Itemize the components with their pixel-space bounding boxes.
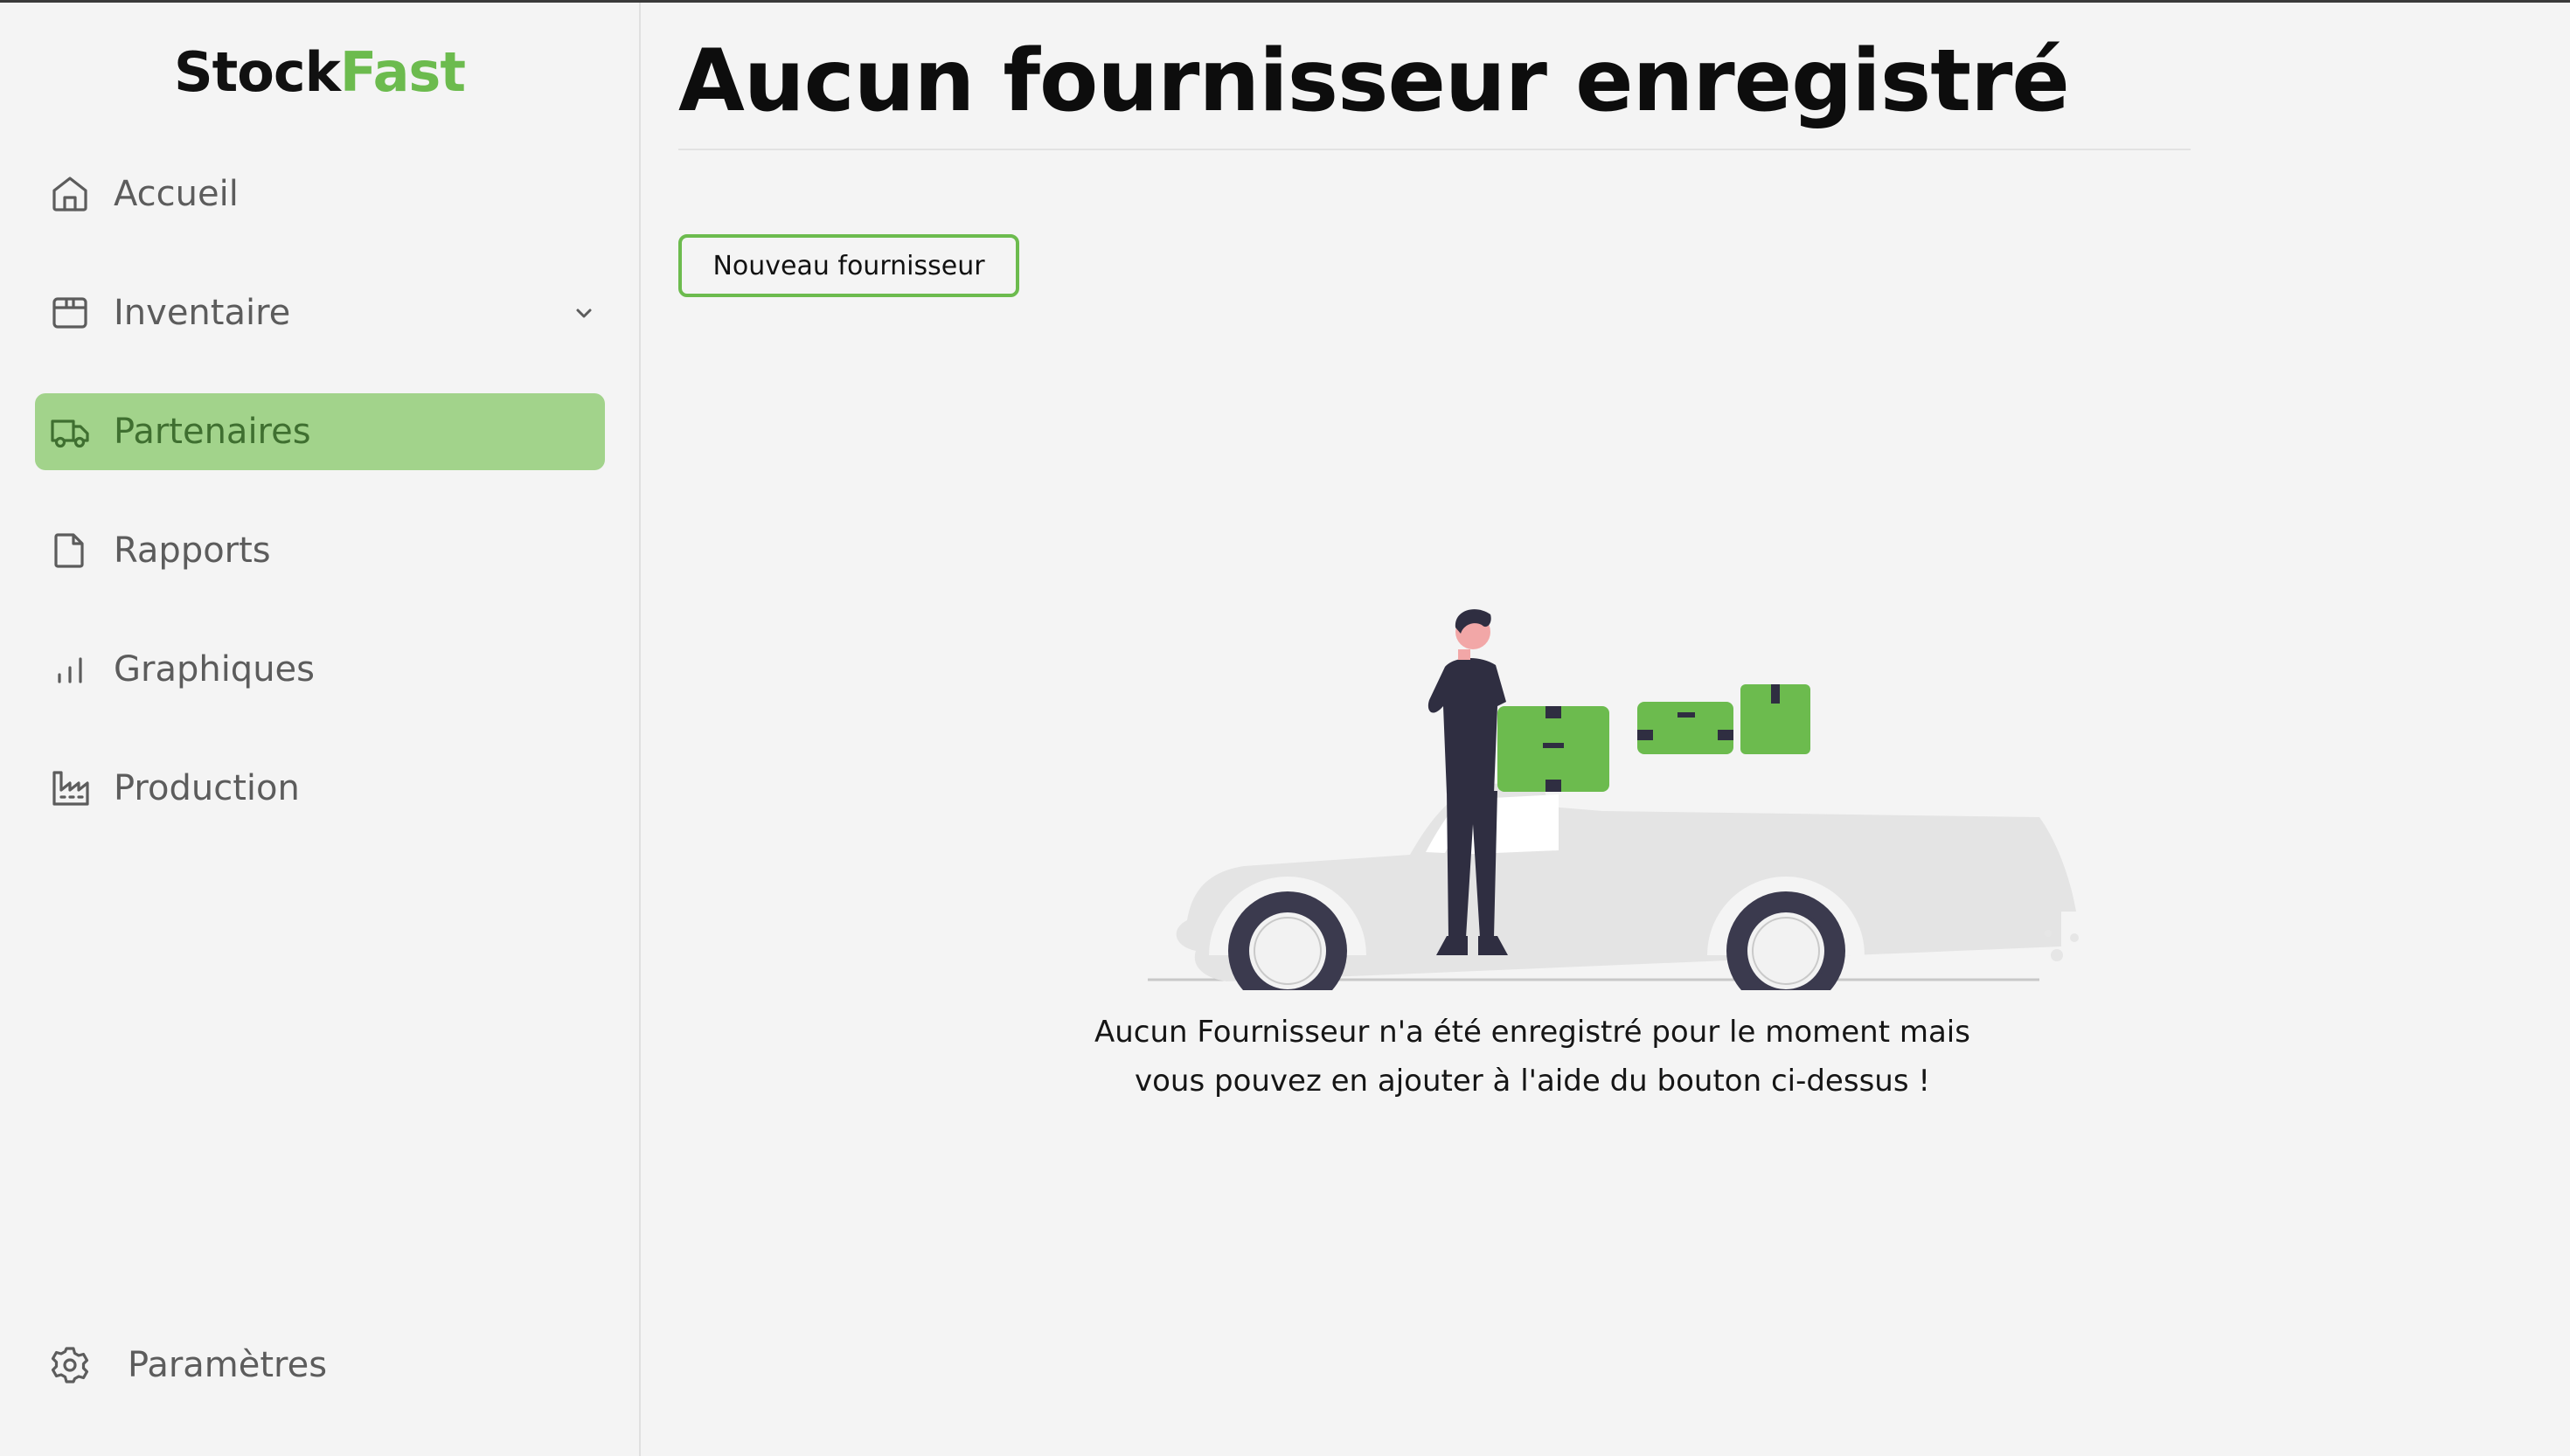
sidebar-item-label: Accueil [114, 174, 239, 214]
sidebar-item-label: Rapports [114, 530, 271, 571]
sidebar-item-label: Paramètres [128, 1345, 328, 1385]
sidebar-item-graphiques[interactable]: Graphiques [35, 631, 605, 708]
sidebar-item-parametres[interactable]: Paramètres [35, 1327, 605, 1404]
sidebar-item-label: Partenaires [114, 412, 311, 452]
sidebar-item-label: Production [114, 768, 300, 808]
sidebar-item-label: Inventaire [114, 293, 291, 333]
title-divider [678, 149, 2191, 150]
sidebar-item-partenaires[interactable]: Partenaires [35, 393, 605, 470]
empty-state-message: Aucun Fournisseur n'a été enregistré pou… [1043, 1008, 2022, 1106]
truck-icon [49, 411, 91, 453]
main-content: Aucun fournisseur enregistré Nouveau fou… [641, 3, 2570, 1456]
sidebar-item-label: Graphiques [114, 649, 315, 690]
gear-icon [49, 1344, 91, 1386]
home-icon [49, 173, 91, 215]
sidebar: StockFast Accueil Inventaire Partenaires… [0, 3, 641, 1456]
page-title: Aucun fournisseur enregistré [678, 31, 2070, 131]
empty-message-line2: vous pouvez en ajouter à l'aide du bouto… [1135, 1064, 1930, 1099]
box-icon [49, 292, 91, 334]
factory-icon [49, 767, 91, 809]
sidebar-item-rapports[interactable]: Rapports [35, 512, 605, 589]
logo-text-fast: Fast [339, 40, 466, 104]
logo-text-stock: Stock [174, 40, 341, 104]
empty-state-illustration [1148, 609, 2079, 990]
sidebar-item-production[interactable]: Production [35, 750, 605, 827]
bar-chart-icon [49, 648, 91, 690]
document-icon [49, 530, 91, 572]
new-supplier-button[interactable]: Nouveau fournisseur [678, 234, 1019, 297]
sidebar-item-inventaire[interactable]: Inventaire [35, 274, 605, 351]
app-logo[interactable]: StockFast [0, 38, 639, 107]
chevron-down-icon[interactable] [563, 292, 605, 334]
sidebar-item-accueil[interactable]: Accueil [35, 156, 605, 232]
empty-message-line1: Aucun Fournisseur n'a été enregistré pou… [1094, 1015, 1970, 1050]
